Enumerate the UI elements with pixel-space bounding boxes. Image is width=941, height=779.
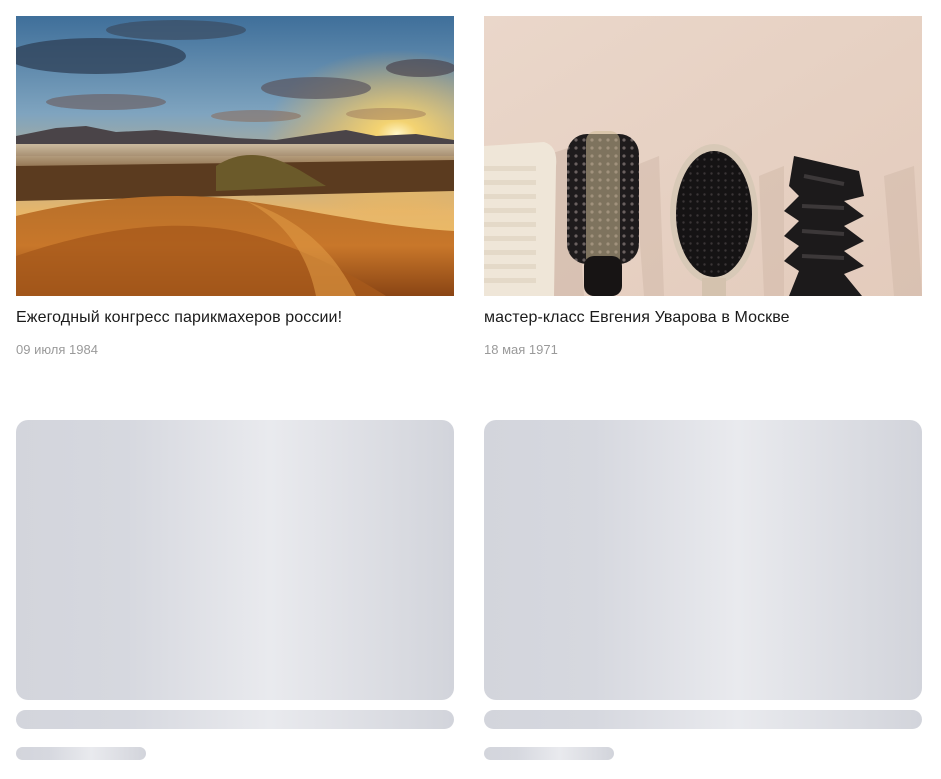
skeleton-title	[16, 710, 454, 729]
news-card[interactable]: Ежегодный конгресс парикмахеров россии! …	[16, 16, 454, 358]
skeleton-image	[16, 420, 454, 700]
news-date: 09 июля 1984	[16, 342, 98, 357]
skeleton-date	[16, 747, 146, 760]
skeleton-title	[484, 710, 922, 729]
skeleton-image	[484, 420, 922, 700]
news-card-skeleton	[16, 420, 454, 760]
news-card[interactable]: мастер-класс Евгения Уварова в Москве 18…	[484, 16, 922, 358]
news-image-desert[interactable]	[16, 16, 454, 296]
skeleton-date	[484, 747, 614, 760]
news-title[interactable]: Ежегодный конгресс парикмахеров россии!	[16, 308, 454, 328]
news-title[interactable]: мастер-класс Евгения Уварова в Москве	[484, 308, 922, 328]
news-date: 18 мая 1971	[484, 342, 558, 357]
news-card-skeleton	[484, 420, 922, 760]
news-image-hairbrushes[interactable]	[484, 16, 922, 296]
